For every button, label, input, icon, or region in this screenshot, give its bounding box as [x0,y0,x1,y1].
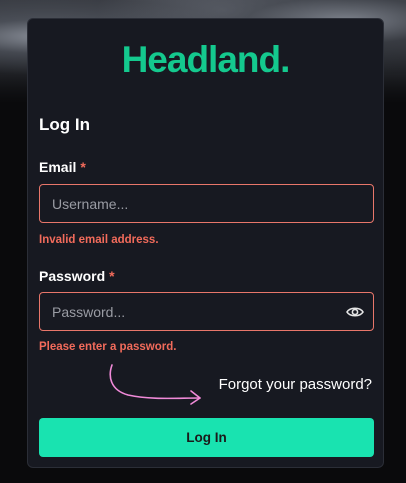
brand-logo: Headland. [121,39,291,80]
forgot-password-link[interactable]: Forgot your password? [219,376,372,393]
password-field[interactable] [40,293,373,330]
email-field-wrapper [39,184,374,223]
annotation-arrow-icon [109,364,201,405]
password-label: Password * [39,268,115,284]
password-error: Please enter a password. [39,341,177,353]
eye-icon[interactable] [345,303,365,321]
email-label: Email * [39,159,86,175]
password-label-text: Password [39,268,106,284]
email-field[interactable] [40,185,373,222]
required-marker: * [109,268,115,284]
email-label-text: Email [39,159,77,175]
required-marker: * [80,159,86,175]
login-button[interactable]: Log In [39,418,374,457]
login-card: Headland. Log In Email* Invalid email ad… [27,18,384,468]
password-field-wrapper [39,292,374,331]
login-heading: Log In [39,115,90,134]
email-error: Invalid email address. [39,234,159,246]
